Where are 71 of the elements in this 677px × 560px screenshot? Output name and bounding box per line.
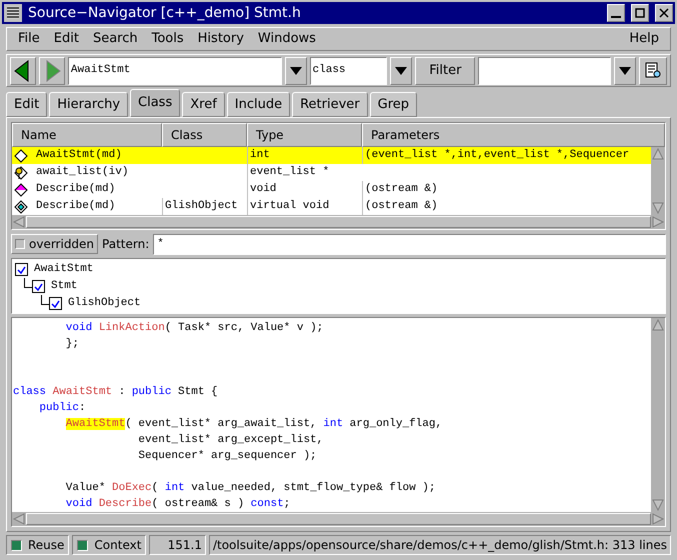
tab[interactable]: Retriever bbox=[292, 92, 368, 117]
checkbox[interactable] bbox=[32, 280, 45, 293]
scope-field[interactable]: class bbox=[310, 56, 388, 85]
context-toggle[interactable]: Context bbox=[72, 535, 146, 555]
column-header[interactable]: Type bbox=[247, 123, 362, 147]
menu-item[interactable]: Tools bbox=[144, 29, 191, 49]
scrollbar[interactable] bbox=[12, 215, 665, 229]
back-button[interactable] bbox=[10, 56, 36, 85]
table-cell-text: await_list(iv) bbox=[36, 165, 128, 180]
dropdown-button[interactable] bbox=[614, 56, 636, 85]
maximize-icon bbox=[635, 8, 645, 18]
window-menu-icon[interactable] bbox=[4, 4, 22, 22]
dropdown-button[interactable] bbox=[390, 56, 412, 85]
table-cell-text: Describe(md) bbox=[36, 199, 116, 214]
tree-item[interactable]: AwaitStmt bbox=[34, 261, 94, 278]
tree-item[interactable]: GlishObject bbox=[68, 295, 141, 312]
close-icon bbox=[659, 8, 669, 18]
menu-item[interactable]: History bbox=[190, 29, 251, 49]
document-search-icon bbox=[644, 62, 662, 80]
forward-button[interactable] bbox=[38, 56, 65, 85]
menu-item[interactable]: Edit bbox=[46, 29, 86, 49]
overridden-toggle[interactable]: overridden bbox=[11, 234, 98, 254]
table-cell-text: virtual void bbox=[250, 199, 330, 214]
tab[interactable]: Include bbox=[226, 92, 290, 117]
tab[interactable]: Edit bbox=[6, 92, 48, 117]
cursor-position: 151.1 bbox=[149, 535, 206, 555]
caret-icon bbox=[619, 66, 632, 75]
pattern-label: Pattern: bbox=[102, 236, 150, 253]
caret-icon bbox=[290, 66, 302, 75]
table-cell-text: AwaitStmt(md) bbox=[36, 148, 122, 164]
close-button[interactable] bbox=[655, 4, 673, 22]
menu-item[interactable]: File bbox=[11, 29, 47, 49]
minimize-icon bbox=[611, 16, 621, 18]
column-header[interactable]: Class bbox=[162, 123, 247, 147]
menu-item[interactable]: Search bbox=[86, 29, 145, 49]
menu-item[interactable]: Windows bbox=[250, 29, 323, 49]
scrollbar[interactable] bbox=[651, 147, 665, 215]
filter-field[interactable] bbox=[478, 56, 612, 85]
reuse-toggle[interactable]: Reuse bbox=[6, 535, 70, 555]
status-message: /toolsuite/apps/opensource/share/demos/c++_demo/glish/Stmt.h: 313 lines bbox=[208, 535, 671, 555]
window-title: Source−Navigator [c++_demo] Stmt.h bbox=[28, 4, 302, 22]
tab[interactable]: Xref bbox=[182, 92, 225, 117]
tab[interactable]: Class bbox=[130, 89, 180, 117]
caret-icon bbox=[395, 66, 408, 75]
scrollbar[interactable] bbox=[651, 318, 665, 512]
column-header[interactable]: Name bbox=[12, 123, 162, 147]
table-cell-text: GlishObject bbox=[165, 199, 238, 214]
tab[interactable]: Grep bbox=[370, 92, 418, 117]
symbol-field[interactable]: AwaitStmt bbox=[68, 56, 282, 85]
pattern-field[interactable]: * bbox=[153, 234, 666, 254]
table-cell-text: (ostream &) bbox=[365, 182, 438, 198]
table-cell-text: (ostream &) bbox=[365, 199, 438, 214]
table-cell-text: void bbox=[250, 182, 276, 198]
checkbox[interactable] bbox=[15, 263, 28, 276]
table-cell-text: Describe(md) bbox=[36, 182, 116, 198]
tab[interactable]: Hierarchy bbox=[49, 92, 128, 117]
filter-button[interactable]: Filter bbox=[415, 56, 476, 85]
table-cell-text: event_list * bbox=[250, 165, 330, 180]
column-header[interactable]: Parameters bbox=[362, 123, 665, 147]
table-row[interactable]: AwaitStmt(md) int (event_list *,int,event_list *,Sequencer bbox=[12, 147, 651, 164]
checkbox[interactable] bbox=[49, 297, 62, 310]
scrollbar[interactable] bbox=[12, 512, 665, 526]
maximize-button[interactable] bbox=[631, 4, 649, 22]
tree-item[interactable]: Stmt bbox=[51, 278, 78, 295]
menu-item[interactable]: Help bbox=[622, 29, 666, 49]
minimize-button[interactable] bbox=[607, 4, 625, 22]
table-cell-text: (event_list *,int,event_list *,Sequencer bbox=[365, 148, 630, 164]
table-cell-text: int bbox=[250, 148, 270, 164]
diamond-icon bbox=[14, 182, 28, 196]
dropdown-button[interactable] bbox=[284, 56, 307, 85]
retriever-button[interactable] bbox=[639, 56, 667, 85]
